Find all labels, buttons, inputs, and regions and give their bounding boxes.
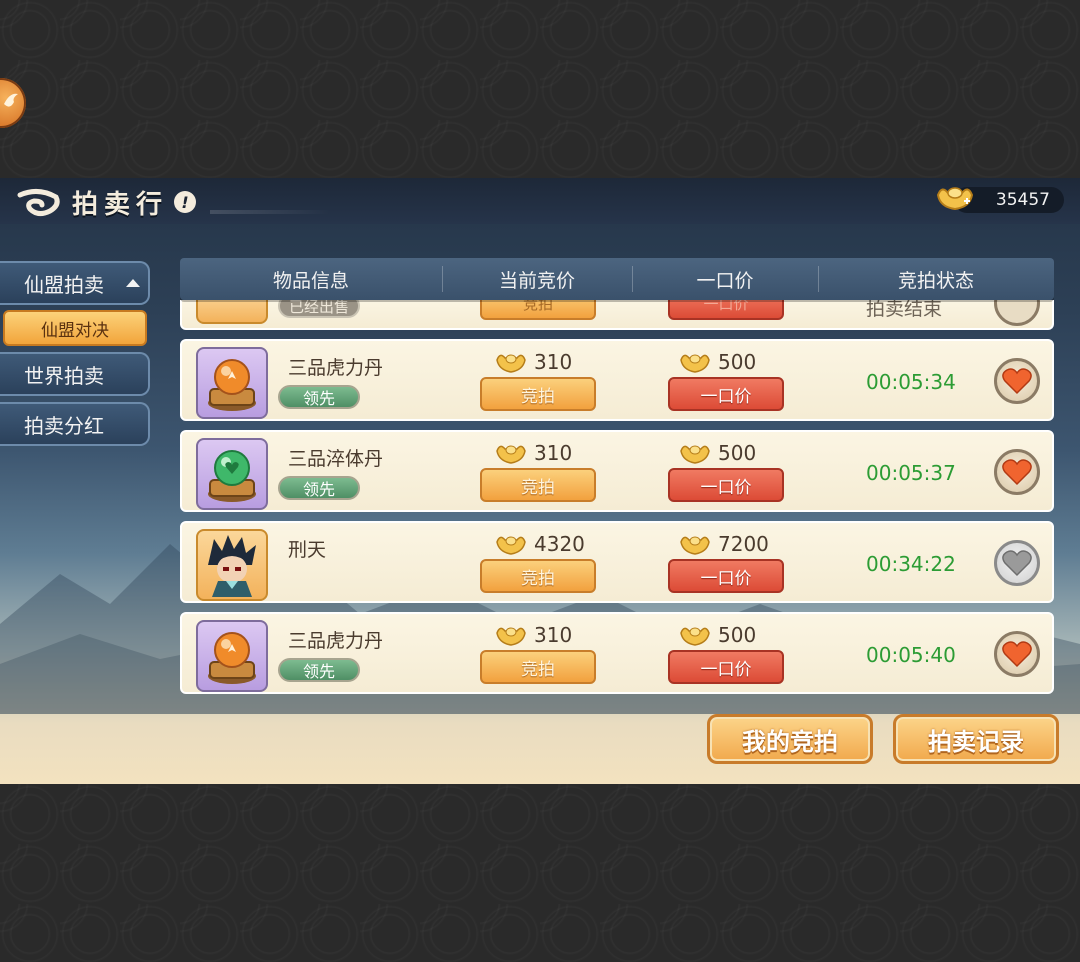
tab-label: 拍卖分红 [24, 413, 104, 438]
leading-badge: 领先 [278, 385, 360, 409]
title-underline [210, 210, 330, 214]
countdown-timer: 00:05:37 [866, 461, 956, 485]
gold-ingot-icon [680, 445, 710, 464]
item-name: 三品虎力丹 [288, 357, 384, 379]
back-swirl-icon[interactable] [16, 187, 62, 217]
bid-button[interactable]: 竞拍 [480, 377, 596, 411]
status-text-partial: 拍卖结束 [866, 300, 943, 320]
table-row: 三品淬体丹 领先 310 竞拍 500 一口价 00:05:37 [180, 430, 1054, 512]
list-item-partial: 已经出售 竞拍 一口价 拍卖结束 [180, 300, 1054, 330]
subtab-label: 仙盟对决 [41, 320, 109, 341]
heart-outline-icon [1002, 550, 1032, 577]
current-bid: 310 [496, 350, 572, 374]
current-bid-value: 310 [534, 441, 573, 465]
orange-pill-icon [208, 632, 256, 684]
item-icon-partial [196, 300, 268, 324]
gold-ingot-balance: 35457 [936, 187, 1064, 213]
gold-ingot-icon [680, 354, 710, 373]
item-name: 三品虎力丹 [288, 630, 384, 652]
table-row: 三品虎力丹 领先 310 竞拍 500 一口价 00:05:34 [180, 339, 1054, 421]
current-bid: 310 [496, 623, 572, 647]
bid-button[interactable]: 竞拍 [480, 650, 596, 684]
my-bids-button[interactable]: 我的竞拍 [707, 714, 873, 764]
current-bid-value: 310 [534, 623, 573, 647]
gold-ingot-icon [496, 627, 526, 646]
table-row: 三品虎力丹 领先 310 竞拍 500 一口价 00:05:40 [180, 612, 1054, 694]
buyout-button[interactable]: 一口价 [668, 650, 784, 684]
buyout-value: 500 [718, 350, 757, 374]
subtab-alliance-duel[interactable]: 仙盟对决 [3, 310, 147, 346]
character-portrait-icon [208, 535, 256, 597]
tab-auction-dividend[interactable]: 拍卖分红 [0, 402, 150, 446]
tab-label: 仙盟拍卖 [24, 272, 104, 297]
bid-button[interactable]: 竞拍 [480, 468, 596, 502]
item-slot[interactable] [196, 347, 268, 419]
orange-pill-icon [208, 359, 256, 411]
countdown-timer: 00:05:40 [866, 643, 956, 667]
tab-world-auction[interactable]: 世界拍卖 [0, 352, 150, 396]
table-row: 刑天 4320 竞拍 7200 一口价 00:34:22 [180, 521, 1054, 603]
favorite-button[interactable] [994, 358, 1040, 404]
item-slot[interactable] [196, 438, 268, 510]
title-bar: 拍卖行 ! 35457 [0, 178, 1080, 224]
tab-alliance-auction[interactable]: 仙盟拍卖 [0, 261, 150, 305]
item-name: 刑天 [288, 539, 327, 561]
current-bid: 4320 [496, 532, 585, 556]
info-icon[interactable]: ! [174, 191, 197, 213]
bottom-background-pattern [0, 784, 1080, 962]
page-title: 拍卖行 [72, 189, 169, 220]
buyout-price: 500 [680, 441, 756, 465]
current-bid-value: 310 [534, 350, 573, 374]
bid-button[interactable]: 竞拍 [480, 559, 596, 593]
gold-ingot-icon [496, 536, 526, 555]
buyout-button[interactable]: 一口价 [668, 559, 784, 593]
buyout-price: 500 [680, 623, 756, 647]
heart-icon [1002, 459, 1032, 486]
buy-button-partial[interactable]: 一口价 [668, 300, 784, 320]
heart-icon [1002, 368, 1032, 395]
item-slot[interactable] [196, 529, 268, 601]
current-bid: 310 [496, 441, 572, 465]
gold-ingot-icon [496, 445, 526, 464]
buyout-price: 500 [680, 350, 756, 374]
column-header-buyout: 一口价 [632, 258, 818, 300]
buyout-value: 500 [718, 441, 757, 465]
top-background-pattern [0, 0, 1080, 178]
buyout-button[interactable]: 一口价 [668, 377, 784, 411]
column-header-item-info: 物品信息 [272, 269, 349, 292]
item-slot[interactable] [196, 620, 268, 692]
heart-icon [1002, 641, 1032, 668]
buyout-price: 7200 [680, 532, 769, 556]
gold-ingot-icon [496, 354, 526, 373]
collapse-caret-icon [126, 279, 140, 287]
currency-amount: 35457 [995, 190, 1050, 210]
favorite-button-partial[interactable] [994, 300, 1040, 326]
bid-button-partial[interactable]: 竞拍 [480, 300, 596, 320]
buyout-value: 7200 [718, 532, 769, 556]
sold-badge: 已经出售 [278, 300, 360, 318]
gold-ingot-icon [936, 187, 974, 211]
countdown-timer: 00:05:34 [866, 370, 956, 394]
leading-badge: 领先 [278, 476, 360, 500]
table-header: 物品信息 当前竞价 一口价 竞拍状态 [180, 258, 1054, 300]
green-pill-icon [208, 450, 256, 502]
column-header-current-bid: 当前竞价 [442, 258, 632, 300]
countdown-timer: 00:34:22 [866, 552, 956, 576]
buyout-value: 500 [718, 623, 757, 647]
column-header-status: 竞拍状态 [818, 258, 1054, 300]
current-bid-value: 4320 [534, 532, 585, 556]
buyout-button[interactable]: 一口价 [668, 468, 784, 502]
leading-badge: 领先 [278, 658, 360, 682]
auction-records-button[interactable]: 拍卖记录 [893, 714, 1059, 764]
gold-ingot-icon [680, 627, 710, 646]
tab-label: 世界拍卖 [24, 363, 104, 388]
favorite-button[interactable] [994, 631, 1040, 677]
bird-icon [4, 93, 18, 107]
favorite-button[interactable] [994, 540, 1040, 586]
gold-ingot-icon [680, 536, 710, 555]
favorite-button[interactable] [994, 449, 1040, 495]
item-name: 三品淬体丹 [288, 448, 384, 470]
